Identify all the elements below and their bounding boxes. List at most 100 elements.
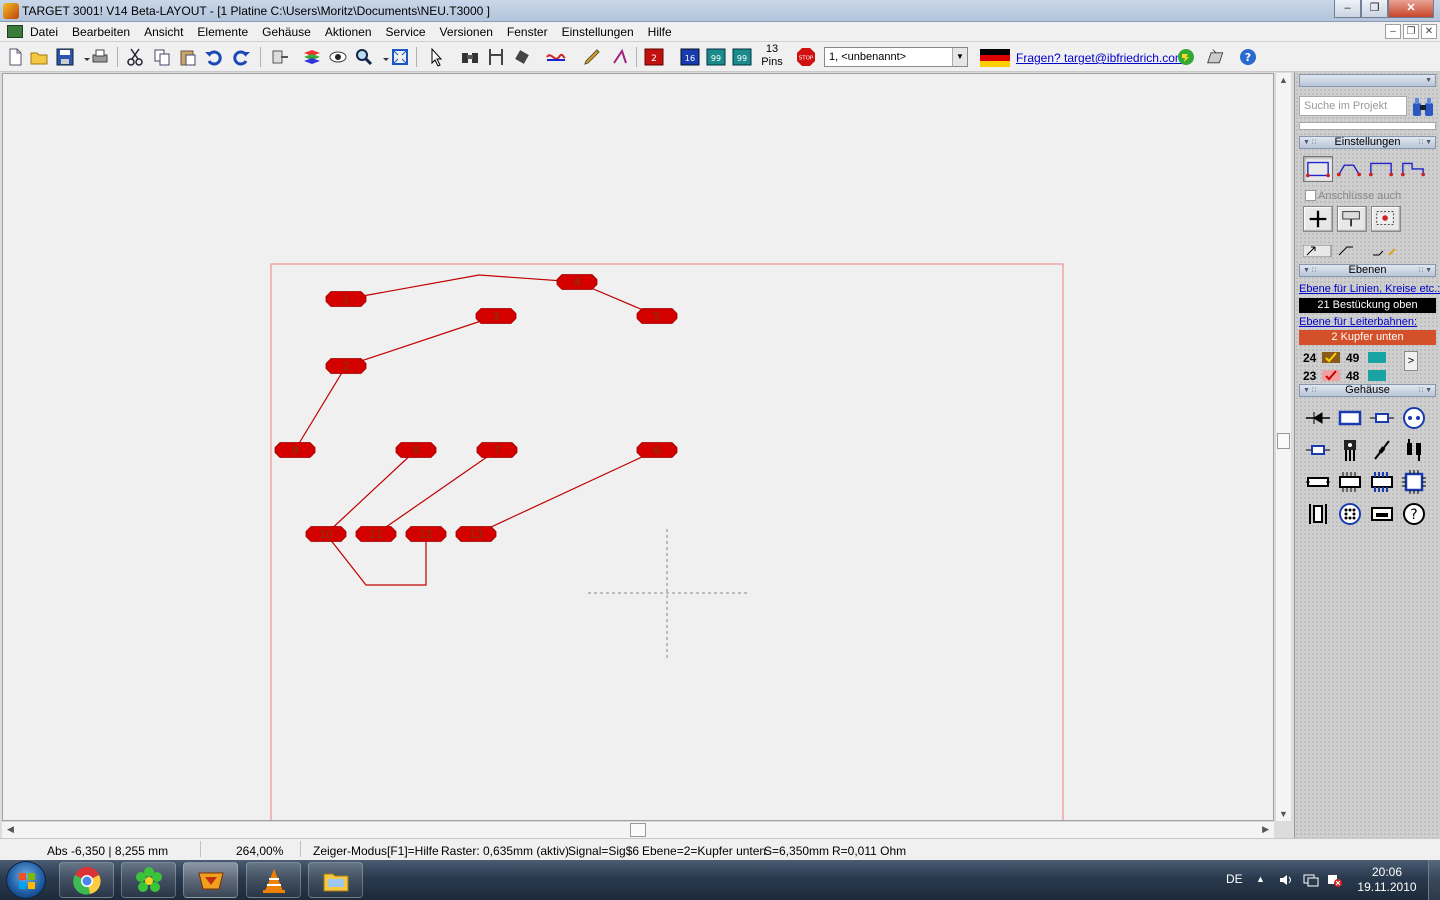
zoom-dropdown-icon[interactable] (376, 47, 389, 67)
close-button[interactable]: ✕ (1388, 0, 1434, 18)
horizontal-scrollbar[interactable]: ◀ ▶ (2, 821, 1274, 838)
package-rectangle-icon[interactable] (1337, 405, 1363, 431)
snap-mode-3-button[interactable] (1367, 156, 1397, 182)
maximize-button[interactable]: ❐ (1361, 0, 1388, 18)
select-area-button[interactable] (1371, 206, 1401, 232)
trace-layer-value[interactable]: 2 Kupfer unten (1299, 330, 1436, 345)
menu-hilfe[interactable]: Hilfe (648, 25, 672, 39)
trace-5[interactable] (325, 449, 417, 535)
tray-expand-icon[interactable]: ▲ (1256, 874, 1265, 884)
pad-4[interactable]: 4 (556, 274, 598, 290)
menu-aktionen[interactable]: Aktionen (325, 25, 372, 39)
menu-ansicht[interactable]: Ansicht (144, 25, 183, 39)
package-crystal-icon[interactable] (1305, 501, 1331, 527)
menu-versionen[interactable]: Versionen (440, 25, 493, 39)
pad-13[interactable]: 13 (455, 526, 497, 542)
trace-3[interactable] (345, 315, 497, 367)
show-desktop-button[interactable] (1428, 860, 1440, 900)
snap-mode-2-button[interactable] (1335, 156, 1365, 182)
layer-16-icon[interactable]: 16 (680, 47, 700, 67)
chevron-down-icon[interactable]: ▼ (952, 48, 967, 66)
layer-23-check-icon[interactable] (1322, 370, 1340, 381)
layer-49-color-icon[interactable] (1368, 352, 1386, 363)
package-unknown-icon[interactable]: ? (1401, 501, 1427, 527)
pad-6[interactable]: 6 (636, 442, 678, 458)
start-button[interactable] (6, 861, 46, 899)
update-icon[interactable] (1176, 47, 1196, 67)
measure-icon[interactable] (486, 47, 506, 67)
chip-icon[interactable] (512, 47, 532, 67)
place-tool-button[interactable] (1337, 206, 1367, 232)
menu-einstellungen[interactable]: Einstellungen (562, 25, 634, 39)
mdi-restore-button[interactable]: ❐ (1403, 24, 1419, 39)
network-icon[interactable] (1303, 873, 1319, 890)
horizontal-scroll-thumb[interactable] (630, 823, 646, 837)
panel-top-header[interactable]: ▼ (1299, 74, 1436, 87)
mdi-minimize-button[interactable]: – (1385, 24, 1401, 39)
find-binoculars-icon[interactable] (460, 47, 480, 67)
menu-service[interactable]: Service (386, 25, 426, 39)
save-icon[interactable] (55, 47, 75, 67)
add-element-button[interactable] (1303, 206, 1333, 232)
package-capacitor-icon[interactable] (1369, 437, 1395, 463)
package-bga-icon[interactable] (1337, 501, 1363, 527)
menu-fenster[interactable]: Fenster (507, 25, 548, 39)
package-qfp-icon[interactable] (1401, 469, 1427, 495)
project-search-input[interactable]: Suche im Projekt (1299, 96, 1407, 116)
zoom-icon[interactable] (354, 47, 374, 67)
support-email-link[interactable]: Fragen? target@ibfriedrich.com (1016, 51, 1185, 65)
taskbar-icq[interactable] (121, 862, 176, 898)
scroll-right-icon[interactable]: ▶ (1262, 824, 1269, 835)
package-soic-icon[interactable] (1369, 469, 1395, 495)
line-layer-value[interactable]: 21 Bestückung oben (1299, 298, 1436, 313)
copy-icon[interactable] (152, 47, 172, 67)
layer-24-check-icon[interactable] (1322, 352, 1340, 363)
pad-1[interactable]: 1 (325, 291, 367, 307)
wire-icon[interactable] (546, 47, 566, 67)
new-file-icon[interactable] (5, 47, 25, 67)
pad-2[interactable]: 2 (325, 358, 367, 374)
taskbar-vlc[interactable] (246, 862, 301, 898)
package-axial-icon[interactable] (1305, 437, 1331, 463)
print-icon[interactable] (90, 47, 110, 67)
pad-9[interactable]: 9 (274, 442, 316, 458)
taskbar-explorer[interactable] (308, 862, 363, 898)
layer-99b-icon[interactable]: 99 (732, 47, 752, 67)
action-center-icon[interactable] (1326, 873, 1342, 890)
layer-select[interactable]: 1, <unbenannt> ▼ (824, 47, 968, 67)
trace-4[interactable] (294, 365, 347, 451)
pointer-icon[interactable] (426, 47, 446, 67)
menu-datei[interactable]: Datei (30, 25, 58, 39)
pad-12[interactable]: 12 (405, 526, 447, 542)
pen-icon[interactable] (582, 47, 602, 67)
document-icon[interactable] (7, 25, 23, 38)
pad-7[interactable]: 7 (476, 442, 518, 458)
layers-header[interactable]: ▼ ∷ Ebenen ∷ ▼ (1299, 264, 1436, 277)
language-indicator[interactable]: DE (1226, 872, 1243, 886)
open-folder-icon[interactable] (29, 47, 49, 67)
search-binoculars-icon[interactable] (1411, 96, 1435, 118)
trace-7[interactable] (475, 449, 658, 535)
german-flag-icon[interactable] (980, 49, 1010, 67)
view-eye-icon[interactable] (328, 47, 348, 67)
settings-header[interactable]: ▼ ∷ Einstellungen ∷ ▼ (1299, 136, 1436, 149)
snap-mode-1-button[interactable] (1303, 156, 1333, 182)
menu-elemente[interactable]: Elemente (197, 25, 248, 39)
pad-11[interactable]: 11 (355, 526, 397, 542)
layer-48-color-icon[interactable] (1368, 370, 1386, 381)
vertical-scrollbar[interactable]: ▲ ▼ (1275, 73, 1291, 821)
package-sip-icon[interactable] (1305, 469, 1331, 495)
connections-checkbox[interactable]: Anschlüsse auch (1305, 190, 1401, 202)
package-connector-icon[interactable] (1369, 501, 1395, 527)
menu-gehaeuse[interactable]: Gehäuse (262, 25, 311, 39)
help-icon[interactable]: ? (1238, 47, 1258, 67)
trace-angle-tools[interactable] (1303, 245, 1403, 257)
mdi-close-button[interactable]: ✕ (1421, 24, 1437, 39)
layers-icon[interactable] (302, 47, 322, 67)
trace-6[interactable] (375, 449, 498, 535)
undo-icon[interactable] (204, 47, 224, 67)
vertical-scroll-thumb[interactable] (1277, 433, 1290, 449)
save-dropdown-icon[interactable] (77, 47, 90, 67)
package-resistor-icon[interactable] (1369, 405, 1395, 431)
line-layer-link[interactable]: Ebene für Linien, Kreise etc.: (1299, 283, 1440, 295)
